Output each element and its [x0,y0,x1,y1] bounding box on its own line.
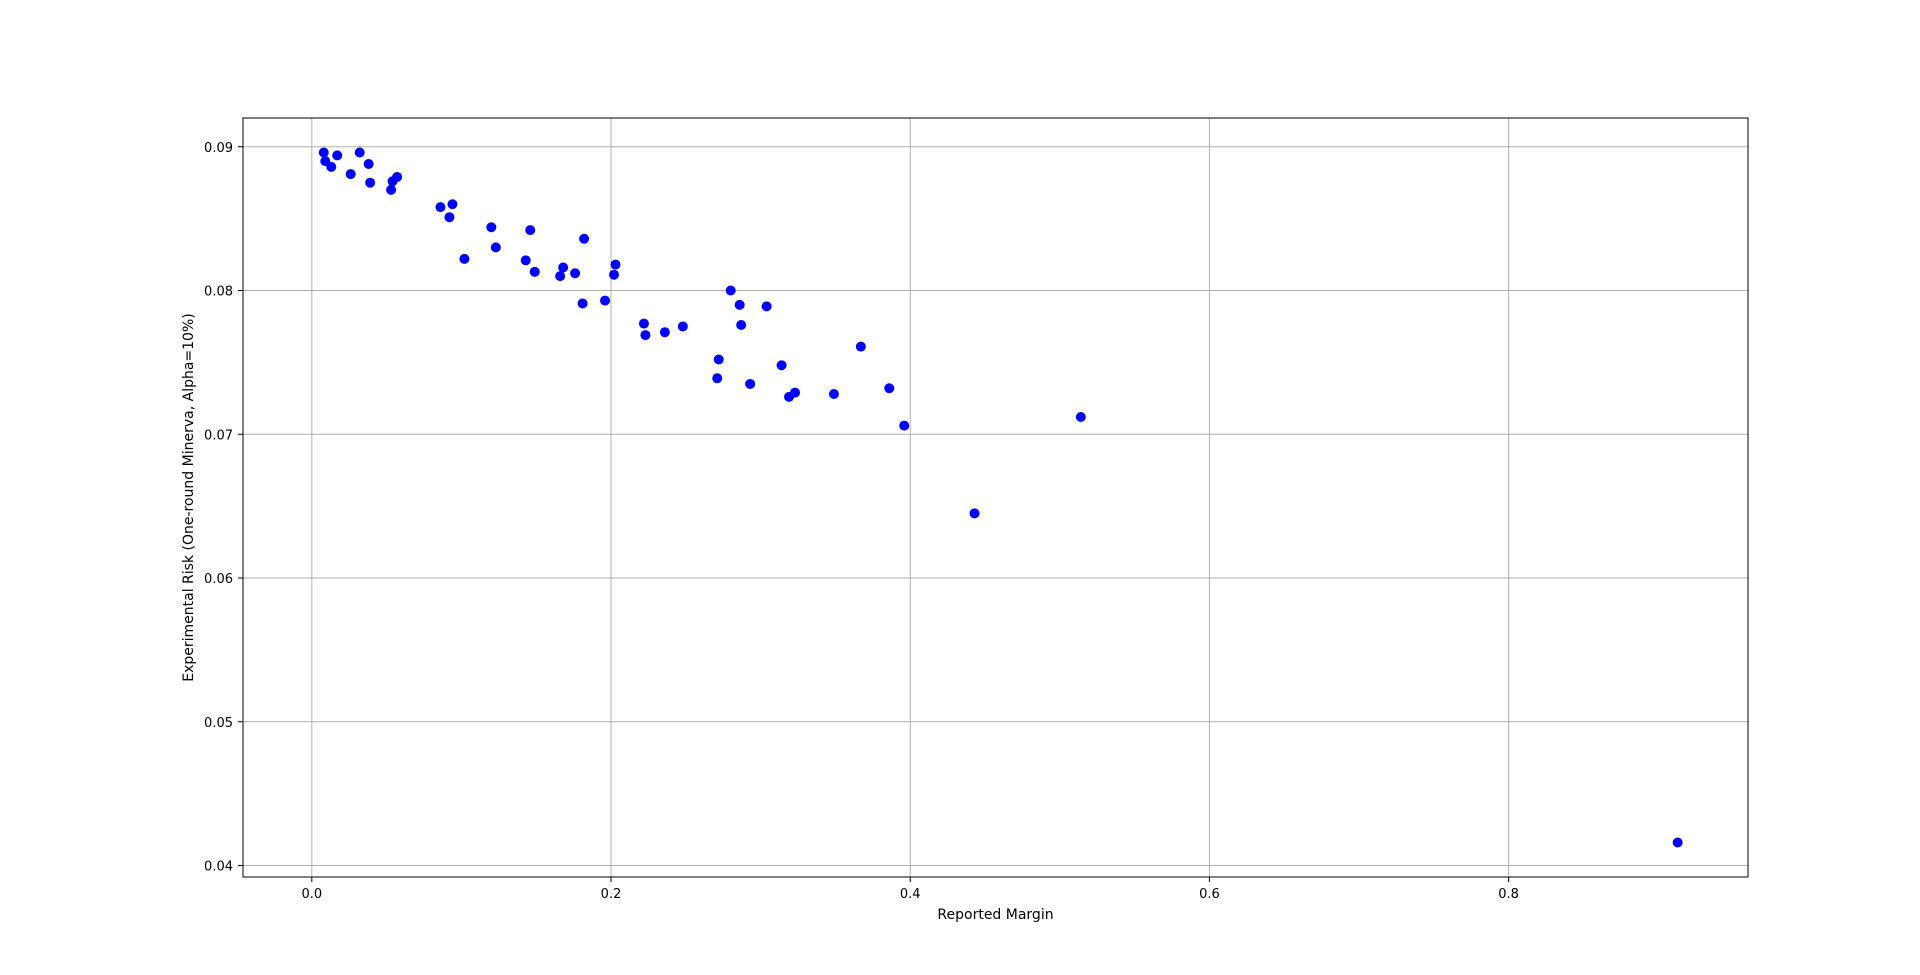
data-point [659,327,670,338]
data-point [600,295,611,306]
x-tick-label: 0.4 [900,887,921,902]
data-point [609,269,620,280]
y-tick-label: 0.08 [204,285,233,300]
data-point [332,150,343,161]
data-point [1075,412,1086,422]
data-point [354,147,365,158]
plot-frame [242,117,1749,878]
data-points [318,147,1683,848]
data-point [386,184,397,195]
data-point [1672,837,1683,848]
data-point [365,177,376,188]
y-tick-label: 0.07 [204,428,233,443]
data-point [570,268,581,279]
data-point [363,159,374,169]
data-point [529,266,540,277]
data-point [579,233,590,244]
x-tick-label: 0.6 [1199,887,1220,902]
x-tick-label: 0.8 [1498,887,1519,902]
scatter-plot: 0.0 0.2 0.4 0.6 0.8 0.04 0.05 0.06 0.07 0.08 0.09… [181,117,1749,923]
data-point [486,222,497,233]
data-point [490,242,501,253]
data-point [713,354,724,365]
data-point [736,320,747,330]
data-point [392,171,403,182]
data-point [969,508,980,519]
data-point [640,330,651,341]
data-point [725,285,736,296]
data-point [855,341,866,352]
x-tick-label: 0.0 [301,887,322,902]
data-point [745,378,756,389]
y-tick-label: 0.06 [204,572,233,587]
data-point [761,301,772,312]
data-point [520,255,531,266]
data-point [677,321,688,332]
data-point [459,253,470,264]
y-axis-ticks: 0.04 0.05 0.06 0.07 0.08 0.09 [204,141,243,875]
data-point [318,147,329,158]
data-point [558,262,569,273]
data-point [712,373,723,384]
data-point [577,298,588,309]
data-point [899,420,910,431]
x-tick-label: 0.2 [601,887,622,902]
data-point [435,202,446,213]
y-tick-label: 0.09 [204,141,233,156]
data-point [447,199,458,210]
data-point [444,212,455,223]
x-axis-ticks: 0.0 0.2 0.4 0.6 0.8 [301,877,1519,902]
data-point [326,161,337,172]
data-point [776,360,787,371]
data-point [610,259,621,270]
y-tick-label: 0.05 [204,716,233,731]
y-axis-label: Experimental Risk (One-round Minerva, Al… [181,313,197,681]
data-point [828,389,839,399]
x-axis-label: Reported Margin [937,907,1053,923]
data-point [884,383,895,394]
grid-lines [243,118,1748,877]
data-point [790,387,801,398]
y-tick-label: 0.04 [204,860,233,875]
data-point [525,225,536,236]
data-point [638,318,649,329]
chart: 0.0 0.2 0.4 0.6 0.8 0.04 0.05 0.06 0.07 0.08 0.09… [0,0,1920,975]
data-point [345,169,356,180]
data-point [555,271,566,282]
data-point [734,299,745,310]
